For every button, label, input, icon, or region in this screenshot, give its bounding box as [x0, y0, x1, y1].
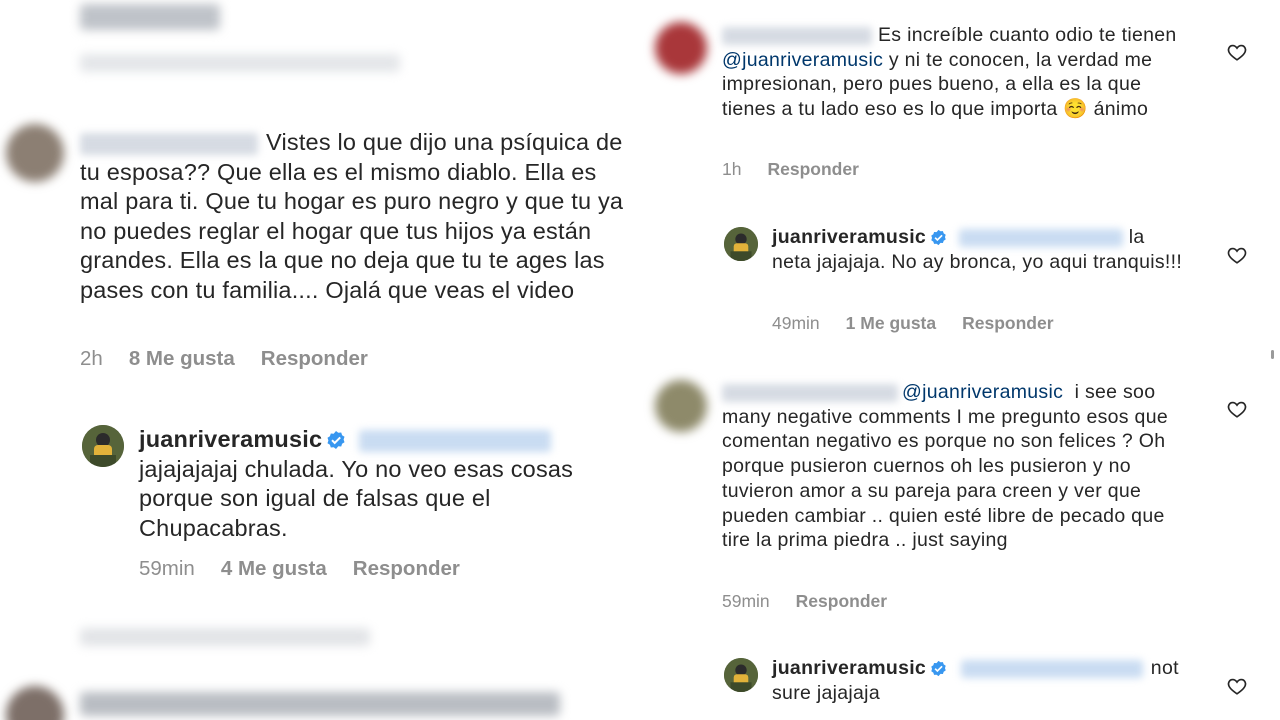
comment-time: 59min [722, 591, 770, 611]
like-heart-icon[interactable] [1226, 244, 1248, 266]
blurred-previous-meta [80, 54, 400, 72]
like-heart-icon[interactable] [1226, 675, 1248, 697]
reply-button[interactable]: Responder [962, 313, 1053, 333]
blurred-mention[interactable] [958, 228, 1123, 247]
right-comments-panel: Es increíble cuanto odio te tienen @juan… [630, 0, 1280, 720]
profile-photo-icon [82, 425, 124, 467]
reply-text: juanriveramusic not sure jajajaja [772, 657, 1179, 704]
blurred-view-replies [80, 628, 370, 646]
comment-text: @juanriveramusic i see soo many negative… [722, 381, 1168, 552]
likes-count[interactable]: 8 Me gusta [129, 347, 235, 370]
scrollbar-thumb[interactable] [1271, 350, 1274, 359]
reply-text: juanriveramusic jajajajajaj chulada. Yo … [139, 426, 574, 541]
reply-button[interactable]: Responder [767, 159, 858, 179]
commenter-avatar[interactable] [6, 124, 64, 182]
blurred-username[interactable] [80, 132, 258, 155]
next-commenter-avatar [6, 686, 64, 720]
left-comments-panel: Vistes lo que dijo una psíquica de tu es… [0, 0, 630, 720]
juanriveramusic-avatar[interactable] [724, 658, 758, 692]
reply-time: 59min [139, 557, 195, 580]
commenter-avatar[interactable] [655, 380, 707, 432]
blurred-mention[interactable] [359, 429, 551, 452]
reply-text: juanriveramusic la neta jajajaja. No ay … [772, 226, 1183, 273]
mention-link[interactable]: @juanriveramusic [902, 381, 1063, 403]
reply-button[interactable]: Responder [796, 591, 887, 611]
smile-emoji-icon: ☺️ [1063, 97, 1088, 120]
comment-meta: 59min Responder [722, 591, 913, 612]
reply-button[interactable]: Responder [261, 347, 368, 370]
blurred-username[interactable] [722, 26, 872, 45]
comment-time: 1h [722, 159, 742, 179]
comment-meta: 2h 8 Me gusta Responder [80, 347, 394, 371]
blurred-next-comment [80, 692, 560, 716]
profile-photo-icon [724, 227, 758, 261]
blurred-previous-comment [80, 4, 220, 30]
reply-button[interactable]: Responder [353, 557, 460, 580]
juanriveramusic-avatar[interactable] [724, 227, 758, 261]
reply-username[interactable]: juanriveramusic [772, 226, 926, 248]
reply-meta: 59min 4 Me gusta Responder [139, 557, 486, 581]
reply-username[interactable]: juanriveramusic [139, 426, 322, 452]
comment-text: Es increíble cuanto odio te tienen @juan… [722, 24, 1177, 120]
verified-badge-icon [931, 229, 946, 246]
comment-text: Vistes lo que dijo una psíquica de tu es… [80, 129, 624, 303]
reply-meta: 49min 1 Me gusta Responder [772, 313, 1080, 334]
like-heart-icon[interactable] [1226, 398, 1248, 420]
profile-photo-icon [724, 658, 758, 692]
verified-badge-icon [931, 660, 946, 677]
juanriveramusic-avatar[interactable] [82, 425, 124, 467]
reply-username[interactable]: juanriveramusic [772, 657, 926, 679]
like-heart-icon[interactable] [1226, 41, 1248, 63]
comment-meta: 1h Responder [722, 159, 885, 180]
blurred-mention[interactable] [960, 659, 1143, 678]
commenter-avatar[interactable] [655, 22, 707, 74]
likes-count[interactable]: 1 Me gusta [846, 313, 936, 333]
mention-link[interactable]: @juanriveramusic [722, 49, 883, 71]
verified-badge-icon [327, 431, 345, 449]
reply-time: 49min [772, 313, 820, 333]
blurred-username[interactable] [722, 383, 898, 402]
comment-time: 2h [80, 347, 103, 370]
likes-count[interactable]: 4 Me gusta [221, 557, 327, 580]
